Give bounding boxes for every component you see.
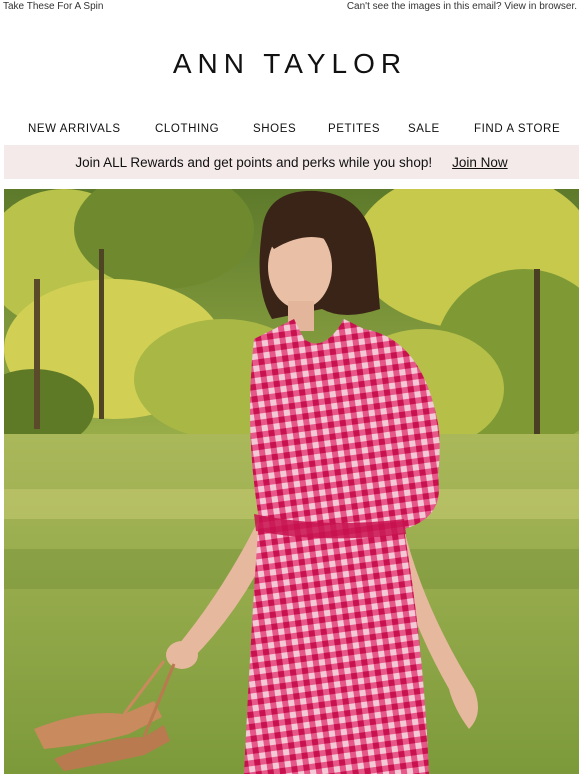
main-nav: NEW ARRIVALS CLOTHING SHOES PETITES SALE… xyxy=(0,123,580,137)
preheader-teaser-link[interactable]: Take These For A Spin xyxy=(3,1,103,12)
rewards-message: Join ALL Rewards and get points and perk… xyxy=(75,154,433,170)
nav-find-a-store[interactable]: FIND A STORE xyxy=(474,123,560,135)
nav-sale[interactable]: SALE xyxy=(408,123,440,135)
nav-shoes[interactable]: SHOES xyxy=(253,123,296,135)
nav-clothing[interactable]: CLOTHING xyxy=(155,123,219,135)
hero-image[interactable] xyxy=(4,189,579,774)
preheader: Take These For A Spin Can't see the imag… xyxy=(0,0,580,12)
join-now-link[interactable]: Join Now xyxy=(452,155,508,170)
view-in-browser-link[interactable]: Can't see the images in this email? View… xyxy=(347,1,577,12)
hero-illustration xyxy=(4,189,579,774)
nav-new-arrivals[interactable]: NEW ARRIVALS xyxy=(28,123,121,135)
rewards-banner: Join ALL Rewards and get points and perk… xyxy=(4,145,579,179)
brand-logo[interactable]: ANN TAYLOR xyxy=(0,48,580,80)
nav-petites[interactable]: PETITES xyxy=(328,123,380,135)
